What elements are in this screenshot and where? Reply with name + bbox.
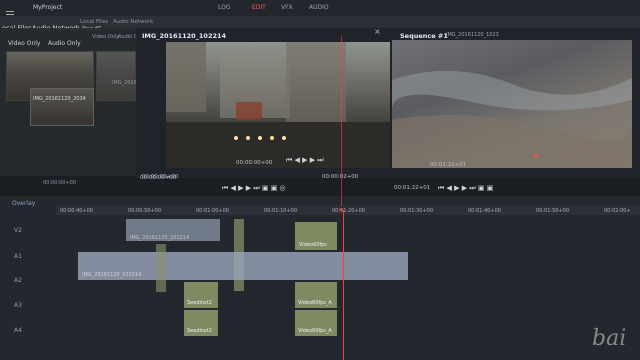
clip-a3-video60fps[interactable]: Video60fps_A [295, 282, 337, 308]
track-label-a1: A1 [14, 253, 22, 260]
ruler-label: 00:01:30+00 [400, 208, 434, 214]
clip-label: IMG_20161120_2034 [33, 96, 86, 102]
filter-audio-only[interactable]: Audio Only [48, 40, 81, 47]
ruler-label: 00:01:20+00 [332, 208, 366, 214]
clip-label: IMG_20161120_102214 [82, 272, 142, 278]
record-transport-controls[interactable]: ⏮ ◀ ▶ ▶ ⏭ ▣ ▣ [438, 184, 493, 193]
clip-v2-video60fps[interactable]: Video60fps [295, 222, 337, 250]
clip-label: Seedinst2 [187, 328, 212, 334]
clip-label: Video60fps [299, 242, 327, 248]
track-label-v2: V2 [14, 227, 22, 234]
track-label-a2: A2 [14, 277, 22, 284]
street-scene-image [166, 42, 390, 168]
clip-label: IMG_20161120_102214 [130, 235, 190, 241]
record-tc-bottom: 00:01:22+01 [394, 185, 431, 191]
ruler-label: 00:01:10+00 [264, 208, 298, 214]
tab-log[interactable]: LOG [218, 4, 231, 11]
clip-label: Video60fps_A [298, 328, 332, 334]
clip-a4-video60fps[interactable]: Video60fps_A [295, 310, 337, 336]
timeline-playhead[interactable] [343, 210, 344, 360]
clip-a1-image[interactable]: IMG_20161120_102214 [78, 252, 408, 280]
timeline-track-header: Overlay [12, 200, 36, 207]
source-tc-left: 00:00:00+00 [236, 160, 273, 166]
project-name: MyProject [33, 4, 63, 11]
clip-a4-seedinst[interactable]: Seedinst2 [184, 310, 218, 336]
hamburger-menu-icon[interactable] [6, 3, 14, 18]
ruler-label: 00:02:00+ [604, 208, 631, 214]
source-tc-strip: 00:00:00+00 [140, 175, 177, 181]
clip-label: Seedinst2 [187, 300, 212, 306]
browser-timecode: 00:00:00+00 [43, 180, 77, 186]
tab-audio-network-ghost[interactable]: Audio Network [113, 19, 153, 25]
source-viewer: IMG_20161120_102214 × 00:00:00+00 ⏮ ◀ ▶ … [136, 27, 390, 180]
playhead-marker-icon[interactable]: ▾ [339, 206, 343, 214]
record-video-frame [392, 40, 632, 168]
ruler-label: 00:00:40+00 [60, 208, 94, 214]
clip-thumbnail-ghost[interactable] [96, 51, 136, 101]
record-viewer-ghost-title: IMG_20161120_1023 [446, 32, 499, 38]
ruler-label: 00:01:40+00 [468, 208, 502, 214]
source-transport-controls[interactable]: ⏮ ◀ ▶ ▶ ⏭ [286, 156, 324, 165]
viewer-playhead[interactable] [341, 36, 342, 206]
record-viewer: Sequence #1 IMG_20161120_1023 00:01:22+0… [390, 28, 640, 192]
source-transport-controls-2[interactable]: ⏮ ◀ ▶ ▶ ⏭ ▣ ▣ ◎ [222, 184, 286, 193]
tab-audio[interactable]: AUDIO [309, 4, 329, 11]
ruler-label: 00:01:00+00 [196, 208, 230, 214]
workspace-tab-bar: LOG EDIT VFX AUDIO ocal Files Audio Netw… [0, 4, 640, 33]
watermark-logo: bai [592, 326, 627, 351]
ruler-label: 00:00:50+00 [128, 208, 162, 214]
source-video-frame [166, 42, 390, 168]
filter-video-only[interactable]: Video Only [8, 40, 40, 47]
tab-edit[interactable]: EDIT [252, 4, 266, 11]
track-label-a4: A4 [14, 327, 22, 334]
clip-label: Video60fps_A [298, 300, 332, 306]
ruler-label: 00:01:50+00 [536, 208, 570, 214]
waves-scene-image [392, 70, 632, 168]
record-tc-mid: 00:01:22+01 [430, 162, 467, 168]
clip-a-small[interactable] [156, 244, 166, 292]
media-browser-panel: Video Only Audio Only Video Only Audio O… [0, 28, 165, 186]
tab-vfx[interactable]: VFX [281, 4, 293, 11]
clip-v2-image[interactable]: IMG_20161120_102214 [126, 219, 220, 241]
track-label-a3: A3 [14, 302, 22, 309]
source-viewer-title: IMG_20161120_102214 [142, 32, 227, 40]
clip-thumbnail-selected[interactable] [30, 88, 94, 126]
clip-a3-seedinst[interactable]: Seedinst2 [184, 282, 218, 308]
record-mark-icon[interactable]: ◆ [534, 152, 539, 159]
record-viewer-title: Sequence #1 [400, 32, 448, 40]
filter-video-only-ghost[interactable]: Video Only [92, 34, 119, 40]
close-icon[interactable]: × [374, 27, 381, 36]
